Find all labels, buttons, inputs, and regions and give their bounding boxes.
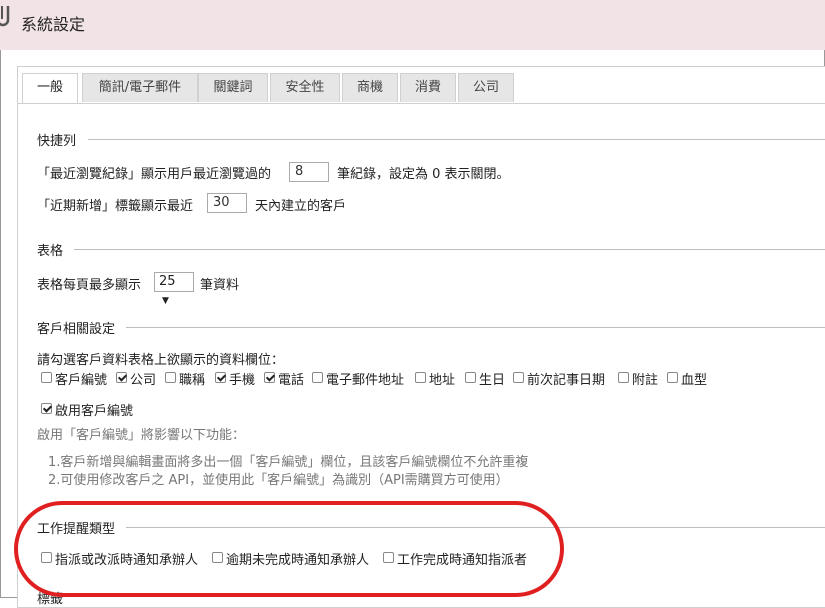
- tab-keywords[interactable]: 關鍵詞: [198, 73, 268, 102]
- field-label: 公司: [130, 373, 157, 388]
- customer-id-note-1: 1.客戶新增與編輯畫面將多出一個「客戶編號」欄位，且該客戶編號欄位不允許重複: [48, 455, 529, 470]
- field-phone-checkbox[interactable]: [264, 372, 275, 383]
- field-blood-type-checkbox[interactable]: [667, 372, 678, 383]
- chevron-down-icon: ▼: [162, 296, 169, 306]
- field-customer-id-checkbox[interactable]: [41, 372, 52, 383]
- tab-sms-email[interactable]: 簡訊/電子郵件: [82, 73, 198, 102]
- field-label: 電子郵件地址: [326, 373, 405, 388]
- enable-customer-id-label: 啟用客戶編號: [55, 404, 134, 419]
- customer-id-note-title: 啟用「客戶編號」將影響以下功能：: [37, 428, 246, 443]
- tab-company[interactable]: 公司: [458, 73, 514, 102]
- field-remark-checkbox[interactable]: [618, 372, 629, 383]
- field-label: 客戶編號: [55, 373, 108, 388]
- field-label: 血型: [681, 373, 708, 388]
- page-title: 系統設定: [21, 15, 86, 34]
- table-legend: 表格: [37, 244, 64, 259]
- page-header: 系統設定: [0, 0, 825, 50]
- tab-security[interactable]: 安全性: [270, 73, 340, 102]
- field-last-note-date-checkbox[interactable]: [513, 372, 524, 383]
- field-label: 電話: [278, 373, 305, 388]
- field-email-checkbox[interactable]: [312, 372, 323, 383]
- rows-suffix: 筆資料: [200, 278, 240, 293]
- rows-per-page-value: 25: [159, 274, 176, 289]
- customer-legend: 客戶相關設定: [37, 322, 116, 337]
- field-birthday-checkbox[interactable]: [465, 372, 476, 383]
- table-divider: [74, 249, 825, 250]
- highlight-annotation: [14, 501, 564, 597]
- tab-general[interactable]: 一般: [22, 73, 78, 104]
- field-label: 職稱: [179, 373, 206, 388]
- field-label: 生日: [479, 373, 506, 388]
- app-logo-icon: [0, 6, 10, 27]
- field-label: 附註: [632, 373, 659, 388]
- new-days-input[interactable]: 30: [207, 193, 247, 213]
- rows-per-page-select[interactable]: 25 ▼: [154, 272, 194, 306]
- customer-id-note-2: 2.可使用修改客戶之 API，並使用此「客戶編號」為識別（API需購買方可使用）: [48, 473, 509, 488]
- customer-divider: [126, 327, 825, 328]
- recent-count-input[interactable]: 8: [289, 162, 329, 182]
- field-title-checkbox[interactable]: [165, 372, 176, 383]
- rows-label: 表格每頁最多顯示: [37, 278, 142, 293]
- field-label: 前次記事日期: [527, 373, 606, 388]
- field-address-checkbox[interactable]: [415, 372, 426, 383]
- quickbar-legend: 快捷列: [37, 134, 77, 149]
- field-company-checkbox[interactable]: [116, 372, 127, 383]
- new-suffix: 天內建立的客戶: [255, 199, 347, 214]
- field-mobile-checkbox[interactable]: [215, 372, 226, 383]
- tab-opportunity[interactable]: 商機: [342, 73, 398, 102]
- enable-customer-id-checkbox[interactable]: [41, 403, 52, 414]
- tab-consumption[interactable]: 消費: [400, 73, 456, 102]
- field-label: 手機: [229, 373, 256, 388]
- recent-suffix: 筆紀錄，設定為 0 表示關閉。: [337, 167, 510, 182]
- tab-divider: [17, 103, 825, 104]
- columns-prompt: 請勾選客戶資料表格上欲顯示的資料欄位：: [37, 353, 285, 368]
- recent-label: 「最近瀏覽紀錄」顯示用戶最近瀏覽過的: [37, 167, 272, 182]
- quickbar-divider: [88, 139, 825, 140]
- new-label: 「近期新增」標籤顯示最近: [37, 199, 194, 214]
- field-label: 地址: [429, 373, 456, 388]
